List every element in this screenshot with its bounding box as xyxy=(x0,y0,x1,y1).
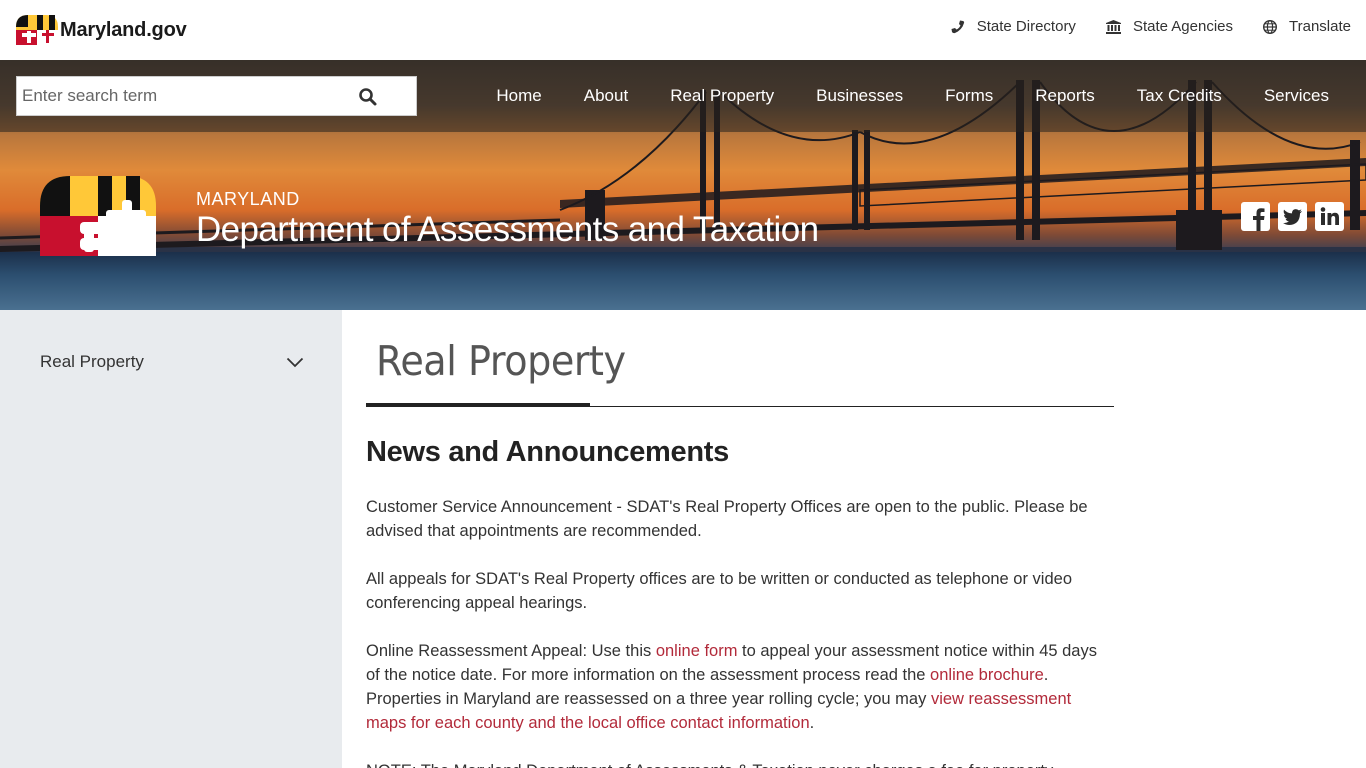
sidebar-item-label: Real Property xyxy=(40,352,144,371)
maryland-flag-icon xyxy=(16,15,58,45)
top-utility-bar: Maryland.gov State Directory State Agenc… xyxy=(0,0,1366,60)
nav-about[interactable]: About xyxy=(563,86,649,106)
nav-real-property[interactable]: Real Property xyxy=(649,86,795,106)
building-icon xyxy=(1105,19,1121,34)
online-form-link[interactable]: online form xyxy=(656,642,738,660)
online-brochure-link[interactable]: online brochure xyxy=(930,666,1044,684)
logo-text: Maryland.gov xyxy=(60,18,187,41)
facebook-icon[interactable] xyxy=(1241,202,1270,231)
paragraph-text: . xyxy=(809,714,815,732)
nav-home[interactable]: Home xyxy=(475,86,562,106)
twitter-icon[interactable] xyxy=(1278,202,1307,231)
section-heading: News and Announcements xyxy=(366,436,729,468)
state-agencies-label: State Agencies xyxy=(1132,18,1234,35)
nav-businesses[interactable]: Businesses xyxy=(795,86,924,106)
sidebar: Real Property xyxy=(0,310,342,768)
translate-link[interactable]: Translate xyxy=(1263,18,1351,35)
maryland-gov-logo[interactable]: Maryland.gov xyxy=(16,15,187,45)
nav-services[interactable]: Services xyxy=(1243,86,1350,106)
announcement-paragraph-1: Customer Service Announcement - SDAT's R… xyxy=(366,498,1088,540)
nav-forms[interactable]: Forms xyxy=(924,86,1014,106)
globe-icon xyxy=(1263,19,1278,34)
search-box xyxy=(16,76,417,116)
page-title: Real Property xyxy=(376,337,626,385)
translate-label: Translate xyxy=(1289,18,1351,35)
sdat-logo[interactable] xyxy=(40,176,156,256)
title-underline-accent xyxy=(366,403,590,407)
header-state: MARYLAND xyxy=(196,189,300,209)
state-directory-link[interactable]: State Directory xyxy=(951,18,1076,35)
main-navigation: Home About Real Property Businesses Form… xyxy=(0,60,1366,132)
announcement-paragraph-4: NOTE: The Maryland Department of Assessm… xyxy=(366,759,1114,768)
nav-reports[interactable]: Reports xyxy=(1014,86,1116,106)
announcement-paragraph-2: All appeals for SDAT's Real Property off… xyxy=(366,570,1073,612)
announcement-paragraph-3: Online Reassessment Appeal: Use this onl… xyxy=(366,639,1114,735)
nav-tax-credits[interactable]: Tax Credits xyxy=(1116,86,1243,106)
paragraph-text: Online Reassessment Appeal: Use this xyxy=(366,642,656,660)
header-department: Department of Assessments and Taxation xyxy=(196,210,819,249)
phone-icon xyxy=(951,20,964,33)
linkedin-icon[interactable] xyxy=(1315,202,1344,231)
sidebar-item-real-property[interactable]: Real Property xyxy=(40,352,304,372)
search-input[interactable] xyxy=(17,86,357,106)
state-directory-label: State Directory xyxy=(976,18,1076,35)
hero-banner: Home About Real Property Businesses Form… xyxy=(0,60,1366,310)
state-agencies-link[interactable]: State Agencies xyxy=(1105,18,1234,35)
search-icon[interactable] xyxy=(358,87,378,107)
chevron-down-icon[interactable] xyxy=(286,357,304,368)
